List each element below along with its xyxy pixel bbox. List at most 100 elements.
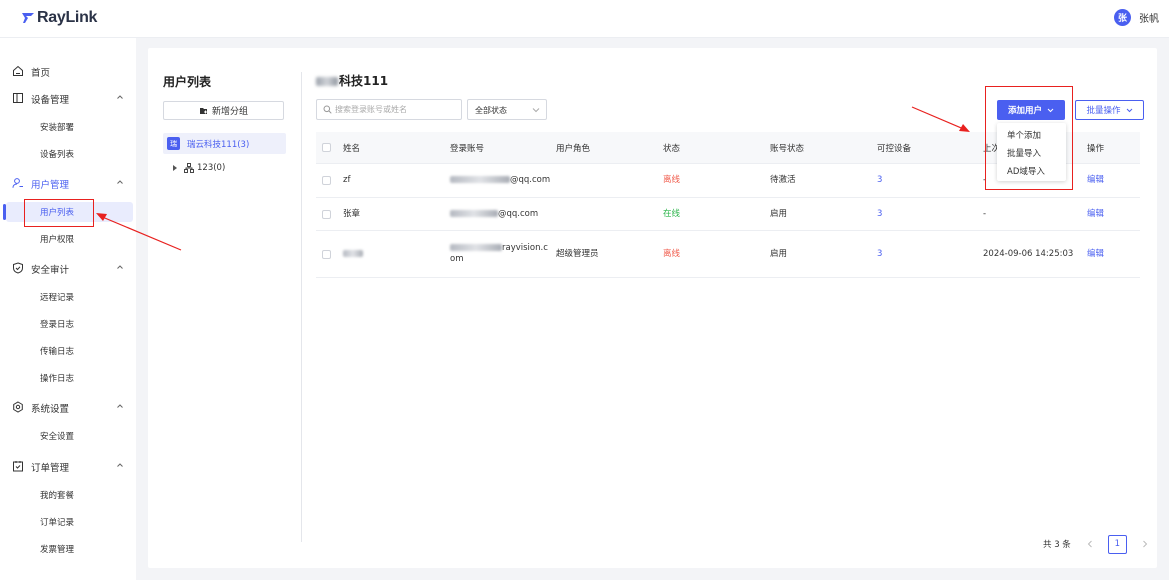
nav-security-settings-label: 安全设置 xyxy=(40,432,75,442)
redacted-text xyxy=(450,210,498,217)
cell-status: 在线 xyxy=(663,209,681,219)
user-name[interactable]: 张帆 xyxy=(1139,10,1159,25)
row-checkbox[interactable] xyxy=(322,250,331,259)
cell-name: zf xyxy=(343,175,351,185)
search-input[interactable] xyxy=(335,102,457,117)
nav-transfer-log[interactable]: 传输日志 xyxy=(0,341,136,361)
cell-account: rayvision.c om xyxy=(450,243,548,265)
page-title: 用户列表 xyxy=(163,75,212,89)
edit-button[interactable]: 编辑 xyxy=(1087,249,1104,260)
chevron-down-icon xyxy=(532,108,540,113)
cell-account-status: 待激活 xyxy=(770,175,796,185)
cell-account-text: @qq.com xyxy=(498,209,539,219)
chevron-up-icon[interactable] xyxy=(116,93,124,101)
avatar[interactable]: 张 xyxy=(1114,9,1131,26)
chevron-right-icon[interactable] xyxy=(1140,539,1150,549)
col-name: 姓名 xyxy=(343,144,361,154)
redacted-text xyxy=(343,250,363,257)
cell-role: 超级管理员 xyxy=(556,249,599,259)
cell-name xyxy=(343,249,363,260)
chevron-up-icon[interactable] xyxy=(116,402,124,410)
shield-icon xyxy=(13,262,23,274)
nav-device-list[interactable]: 设备列表 xyxy=(0,144,136,164)
col-role: 用户角色 xyxy=(556,144,591,154)
logo-mark-icon xyxy=(22,13,34,23)
nav-operation-log[interactable]: 操作日志 xyxy=(0,368,136,388)
search-box[interactable] xyxy=(316,99,462,120)
col-status: 状态 xyxy=(663,144,681,154)
nav-security-audit-label: 安全审计 xyxy=(31,265,70,276)
chevron-down-icon xyxy=(1126,108,1132,112)
nav-order-management-label: 订单管理 xyxy=(31,463,70,474)
nav-transfer-log-label: 传输日志 xyxy=(40,347,75,357)
nav-system-settings-label: 系统设置 xyxy=(31,404,70,415)
edit-button[interactable]: 编辑 xyxy=(1087,175,1104,186)
top-bar: RayLink 张 张帆 xyxy=(0,0,1169,38)
order-icon xyxy=(13,461,23,472)
nav-invoice-management[interactable]: 发票管理 xyxy=(0,539,136,559)
cell-devices-link[interactable]: 3 xyxy=(877,249,882,260)
nav-device-management[interactable]: 设备管理 xyxy=(0,88,136,108)
nav-device-list-label: 设备列表 xyxy=(40,150,75,160)
home-icon xyxy=(13,65,23,76)
nav-user-management[interactable]: 用户管理 xyxy=(0,173,136,193)
row-checkbox[interactable] xyxy=(322,210,331,219)
nav-security-settings[interactable]: 安全设置 xyxy=(0,426,136,446)
settings-icon xyxy=(13,401,23,413)
redacted-text xyxy=(450,244,502,251)
page-number[interactable]: 1 xyxy=(1107,534,1127,554)
col-devices: 可控设备 xyxy=(877,144,912,154)
cell-devices-link[interactable]: 3 xyxy=(877,175,882,186)
raylink-logo[interactable]: RayLink xyxy=(22,9,97,27)
edit-button[interactable]: 编辑 xyxy=(1087,209,1104,220)
add-group-button[interactable]: 新增分组 xyxy=(163,101,284,120)
nav-my-plan[interactable]: 我的套餐 xyxy=(0,485,136,505)
nav-user-management-label: 用户管理 xyxy=(31,180,70,191)
tree-node-root[interactable]: 瑞 瑞云科技111(3) xyxy=(163,133,286,154)
nav-invoice-management-label: 发票管理 xyxy=(40,545,75,555)
select-all-checkbox[interactable] xyxy=(322,143,331,152)
tree-root-label: 瑞云科技111(3) xyxy=(187,140,250,150)
search-icon xyxy=(323,105,332,114)
nav-system-settings[interactable]: 系统设置 xyxy=(0,397,136,417)
add-group-icon xyxy=(199,108,207,114)
panel-divider xyxy=(301,72,302,542)
tree-node-child[interactable]: 123(0) xyxy=(173,161,225,175)
device-icon xyxy=(13,93,23,103)
nav-remote-records[interactable]: 远程记录 xyxy=(0,287,136,307)
user-menu[interactable]: 张 张帆 xyxy=(1114,9,1159,26)
sidebar: 首页 设备管理 安装部署 设备列表 用户管理 用户列表 用户权限 安全审计 远程… xyxy=(0,38,136,580)
table-row: 张章 @qq.com 在线 启用 3 - 编辑 xyxy=(316,198,1140,231)
org-title: 科技111 xyxy=(316,72,388,89)
nav-order-management[interactable]: 订单管理 xyxy=(0,456,136,476)
org-badge: 瑞 xyxy=(167,137,180,150)
nav-login-log-label: 登录日志 xyxy=(40,320,75,330)
nav-install-deploy-label: 安装部署 xyxy=(40,123,75,133)
row-checkbox[interactable] xyxy=(322,176,331,185)
cell-status: 离线 xyxy=(663,249,681,259)
group-tree-panel: 用户列表 新增分组 瑞 瑞云科技111(3) 123(0) xyxy=(148,48,301,568)
batch-operation-button[interactable]: 批量操作 xyxy=(1075,100,1144,120)
cell-status: 离线 xyxy=(663,175,681,185)
cell-devices-link[interactable]: 3 xyxy=(877,209,882,220)
col-account: 登录账号 xyxy=(450,144,485,154)
cell-account-text: rayvision.c xyxy=(502,243,548,253)
nav-user-permission[interactable]: 用户权限 xyxy=(0,229,136,249)
nav-home[interactable]: 首页 xyxy=(0,61,136,81)
chevron-left-icon[interactable] xyxy=(1085,539,1095,549)
add-group-label: 新增分组 xyxy=(211,107,248,117)
brand-name: RayLink xyxy=(37,9,98,26)
cell-account: @qq.com xyxy=(450,175,550,186)
status-filter-select[interactable]: 全部状态 xyxy=(467,99,547,120)
user-icon xyxy=(12,178,23,188)
nav-order-records[interactable]: 订单记录 xyxy=(0,512,136,532)
chevron-up-icon[interactable] xyxy=(116,178,124,186)
chevron-up-icon[interactable] xyxy=(116,461,124,469)
expand-caret-icon[interactable] xyxy=(173,165,177,171)
nav-install-deploy[interactable]: 安装部署 xyxy=(0,117,136,137)
col-account-status: 账号状态 xyxy=(770,144,805,154)
nav-login-log[interactable]: 登录日志 xyxy=(0,314,136,334)
nav-order-records-label: 订单记录 xyxy=(40,518,75,528)
chevron-up-icon[interactable] xyxy=(116,263,124,271)
nav-security-audit[interactable]: 安全审计 xyxy=(0,258,136,278)
